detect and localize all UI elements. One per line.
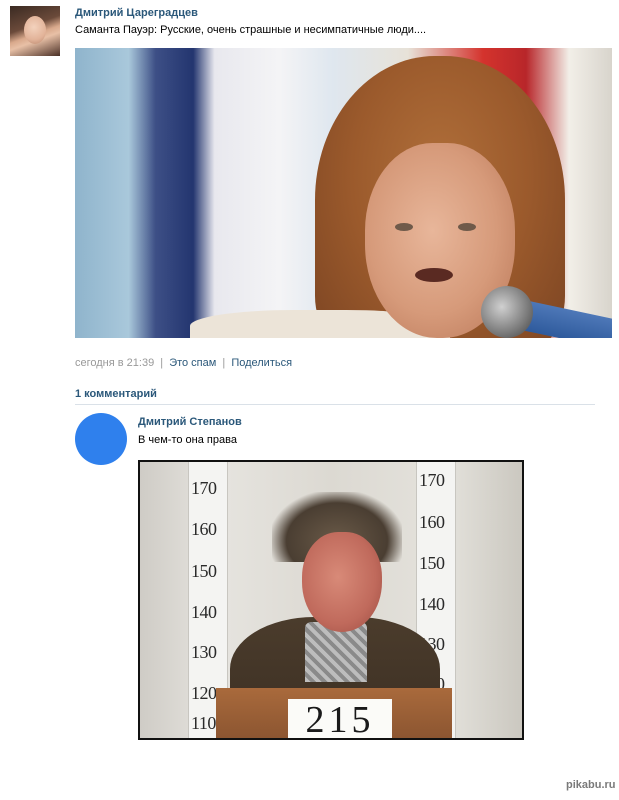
comment-text: В чем-то она права bbox=[138, 434, 237, 446]
meta-separator: | bbox=[222, 357, 226, 369]
photo-microphone bbox=[481, 286, 533, 338]
site-watermark: pikabu.ru bbox=[566, 779, 616, 791]
ruler-mark: 150 bbox=[191, 561, 217, 581]
ruler-mark: 120 bbox=[191, 683, 217, 703]
photo-number-plate: 215 bbox=[288, 699, 392, 738]
commenter-avatar[interactable] bbox=[75, 413, 127, 465]
ruler-mark: 130 bbox=[191, 642, 217, 662]
ruler-mark: 160 bbox=[419, 512, 445, 532]
post-meta: сегодня в 21:39 | Это спам | Поделиться bbox=[75, 357, 292, 369]
post-text: Саманта Пауэр: Русские, очень страшные и… bbox=[75, 24, 427, 36]
avatar-face bbox=[24, 16, 46, 44]
ruler-mark: 110 bbox=[191, 713, 216, 733]
ruler-mark: 170 bbox=[191, 478, 217, 498]
comments-header[interactable]: 1 комментарий bbox=[75, 388, 157, 400]
share-link[interactable]: Поделиться bbox=[231, 357, 292, 369]
comments-divider bbox=[75, 404, 595, 405]
commenter-name[interactable]: Дмитрий Степанов bbox=[138, 416, 242, 428]
ruler-mark: 160 bbox=[191, 519, 217, 539]
post-author-name[interactable]: Дмитрий Цареградцев bbox=[75, 7, 198, 19]
photo-eye-right bbox=[458, 223, 476, 231]
photo-eye-left bbox=[395, 223, 413, 231]
photo-man-face bbox=[302, 532, 382, 632]
author-avatar[interactable] bbox=[10, 6, 60, 56]
comment-photo[interactable]: 170 160 150 140 130 120 110 170 160 150 … bbox=[138, 460, 524, 740]
ruler-mark: 150 bbox=[419, 553, 445, 573]
ruler-mark: 140 bbox=[419, 594, 445, 614]
post-timestamp[interactable]: сегодня в 21:39 bbox=[75, 357, 154, 369]
post-photo[interactable] bbox=[75, 48, 612, 338]
meta-separator: | bbox=[160, 357, 164, 369]
spam-link[interactable]: Это спам bbox=[169, 357, 216, 369]
photo-microphone-body bbox=[522, 300, 612, 338]
ruler-mark: 170 bbox=[419, 470, 445, 490]
photo-mouth bbox=[415, 268, 453, 282]
ruler-mark: 140 bbox=[191, 602, 217, 622]
